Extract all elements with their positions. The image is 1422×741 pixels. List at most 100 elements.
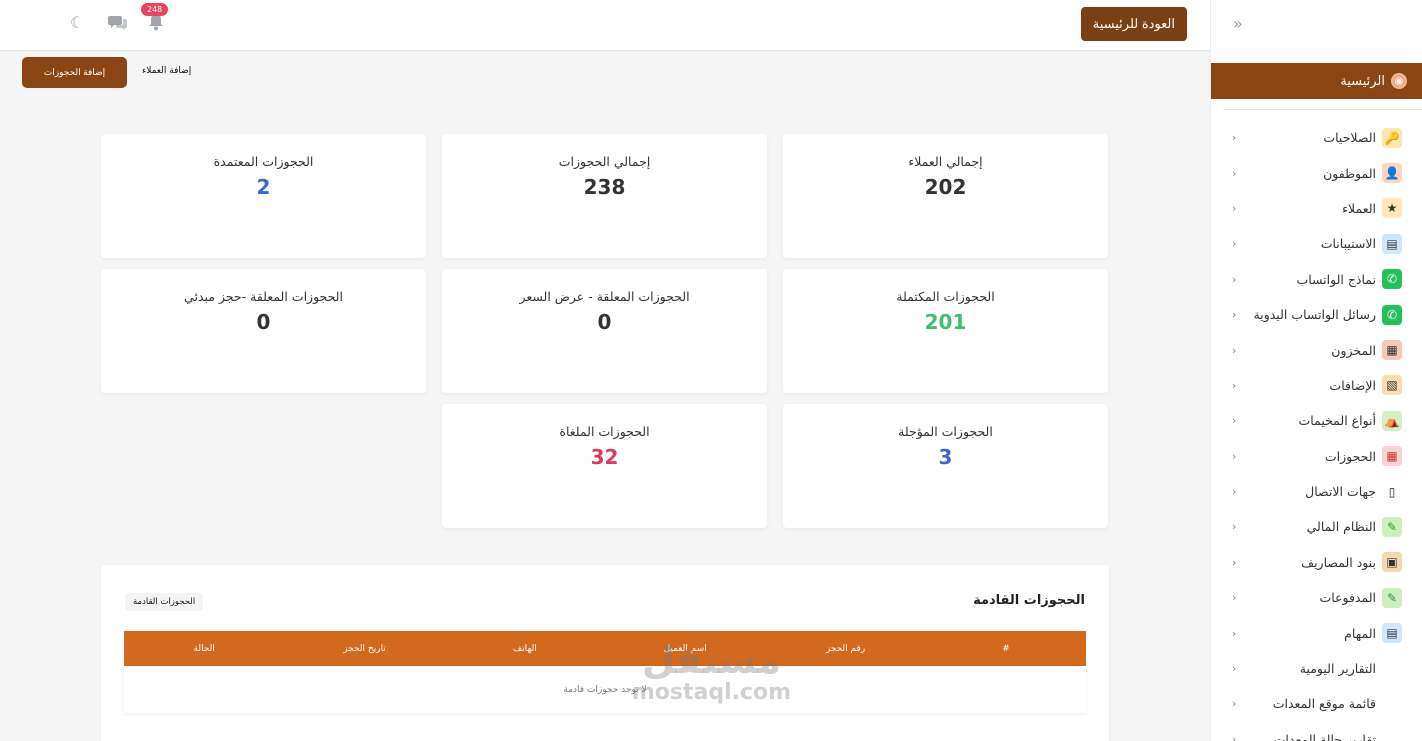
stat-card-cancelled-bookings: الحجوزات الملغاة 32 — [442, 404, 767, 528]
chevron-icon: › — [1232, 485, 1237, 499]
sidebar-item-label: العملاء — [1342, 200, 1376, 216]
column-header[interactable]: الهاتف — [445, 644, 605, 654]
empty-row: لا توجد حجوزات قادمة — [124, 666, 1086, 713]
stat-value: 202 — [924, 175, 967, 199]
chevron-icon: › — [1232, 308, 1237, 322]
blank-icon — [1382, 659, 1402, 679]
column-header[interactable]: الحالة — [124, 644, 284, 654]
stat-card-approved-bookings: الحجوزات المعتمدة 2 — [101, 134, 426, 258]
sidebar-item-bookings[interactable]: › الحجوزات ▦ — [1211, 439, 1422, 474]
chevron-icon: › — [1232, 166, 1237, 180]
empty-message: لا توجد حجوزات قادمة — [563, 684, 647, 695]
blank-icon — [1382, 694, 1402, 714]
chevron-icon: › — [1232, 378, 1237, 392]
chevron-icon: › — [1232, 343, 1237, 357]
sidebar-item-label: قائمة موقع المعدات — [1272, 696, 1376, 712]
sidebar-divider — [1223, 109, 1422, 110]
tasks-icon: ▤ — [1382, 623, 1402, 644]
chevron-icon: › — [1232, 272, 1237, 286]
chevron-icon: › — [1232, 449, 1237, 463]
sidebar-item-permissions[interactable]: › الصلاحيات 🔑 — [1211, 120, 1422, 155]
notification-badge: 248 — [141, 3, 169, 16]
stat-value: 0 — [597, 310, 612, 334]
add-customers-link[interactable]: إضافة العملاء — [142, 66, 191, 76]
topbar: العودة للرئيسية ☾ 248 — [0, 0, 1210, 51]
sidebar: » الرئيسية ◉ › الصلاحيات 🔑 › الموظفون 👤 › الع… — [1210, 0, 1422, 741]
stat-title: الحجوزات المعلقة - عرض السعر — [519, 289, 690, 304]
sidebar-item-label: المدفوعات — [1319, 590, 1376, 606]
upcoming-bookings-section: الحجوزات القادمة الحجوزات القادمة # رقم … — [101, 565, 1109, 741]
phone-icon: ▯ — [1388, 484, 1396, 499]
sidebar-item-label: الموظفون — [1323, 165, 1376, 181]
sidebar-item-whatsapp-manual[interactable]: › رسائل الواتساب اليدوية ✆ — [1211, 297, 1422, 332]
camp-icon: ⛺ — [1382, 410, 1402, 431]
sidebar-item-label: النظام المالي — [1306, 519, 1376, 535]
chevron-icon: › — [1232, 414, 1237, 428]
bell-icon[interactable] — [148, 13, 164, 35]
money-icon: ✎ — [1382, 516, 1402, 537]
stat-title: الحجوزات المؤجلة — [898, 424, 993, 439]
chevron-icon: › — [1232, 201, 1237, 215]
sidebar-item-inventory[interactable]: › المخزون ▦ — [1211, 332, 1422, 367]
sidebar-item-label: الاستيبانات — [1320, 236, 1376, 252]
sidebar-item-finance[interactable]: › النظام المالي ✎ — [1211, 509, 1422, 544]
collapse-sidebar-icon[interactable]: » — [1233, 14, 1243, 33]
stat-value: 0 — [256, 310, 271, 334]
customers-icon: ★ — [1382, 198, 1402, 219]
sidebar-item-employees[interactable]: › الموظفون 👤 — [1211, 155, 1422, 190]
stat-value: 32 — [590, 445, 619, 469]
blank-icon — [1382, 729, 1402, 741]
chat-icon[interactable] — [108, 13, 128, 35]
column-header[interactable]: رقم الحجز — [765, 644, 925, 654]
sidebar-item-label: التقارير اليومية — [1299, 661, 1376, 677]
stat-title: الحجوزات الملغاة — [559, 424, 650, 439]
sidebar-item-equipment-location[interactable]: › قائمة موقع المعدات — [1211, 686, 1422, 721]
stat-card-postponed-bookings: الحجوزات المؤجلة 3 — [783, 404, 1108, 528]
stat-value: 238 — [583, 175, 626, 199]
table-header: # رقم الحجز اسم العميل الهاتف تاريخ الحج… — [124, 631, 1086, 666]
stat-value: 2 — [256, 175, 271, 199]
sidebar-item-customers[interactable]: › العملاء ★ — [1211, 191, 1422, 226]
sidebar-item-whatsapp-templates[interactable]: › نماذج الواتساب ✆ — [1211, 262, 1422, 297]
sidebar-item-label: تقارير حالة المعدات — [1273, 731, 1376, 741]
payments-icon: ✎ — [1382, 587, 1402, 608]
sidebar-item-label: الصلاحيات — [1323, 130, 1376, 146]
sidebar-item-expenses[interactable]: › بنود المصاريف ▣ — [1211, 545, 1422, 580]
upcoming-bookings-table: # رقم الحجز اسم العميل الهاتف تاريخ الحج… — [124, 631, 1086, 713]
sidebar-item-label: المهام — [1344, 625, 1376, 641]
whatsapp-icon: ✆ — [1382, 304, 1402, 325]
chevron-icon: › — [1232, 626, 1237, 640]
sidebar-item-label: رسائل الواتساب اليدوية — [1253, 307, 1376, 323]
calendar-icon: ▦ — [1382, 446, 1402, 467]
sidebar-menu: › الصلاحيات 🔑 › الموظفون 👤 › العملاء ★ › الاستي… — [1211, 120, 1422, 741]
chevron-icon: › — [1232, 591, 1237, 605]
sidebar-item-addons[interactable]: › الإضافات ▧ — [1211, 368, 1422, 403]
sidebar-item-surveys[interactable]: › الاستيبانات ▤ — [1211, 226, 1422, 261]
sidebar-item-home[interactable]: الرئيسية ◉ — [1211, 63, 1422, 99]
inventory-icon: ▦ — [1382, 340, 1402, 361]
sidebar-item-label: الحجوزات — [1324, 448, 1376, 464]
sidebar-item-contacts[interactable]: › جهات الاتصال ▯ — [1211, 474, 1422, 509]
chevron-icon: › — [1232, 662, 1237, 676]
column-header[interactable]: تاريخ الحجز — [284, 644, 444, 654]
chevron-icon: › — [1232, 237, 1237, 251]
sidebar-item-label: بنود المصاريف — [1301, 554, 1376, 570]
employee-icon: 👤 — [1382, 163, 1402, 184]
sidebar-item-daily-reports[interactable]: › التقارير اليومية — [1211, 651, 1422, 686]
sidebar-item-camp-types[interactable]: › أنواع المخيمات ⛺ — [1211, 403, 1422, 438]
sidebar-item-tasks[interactable]: › المهام ▤ — [1211, 615, 1422, 650]
survey-icon: ▤ — [1382, 233, 1402, 254]
column-header[interactable]: اسم العميل — [605, 644, 765, 654]
sidebar-item-equipment-status[interactable]: › تقارير حالة المعدات — [1211, 722, 1422, 741]
moon-icon[interactable]: ☾ — [70, 13, 84, 32]
stat-card-total-customers: إجمالي العملاء 202 — [783, 134, 1108, 258]
add-bookings-button[interactable]: إضافة الحجوزات — [22, 57, 127, 88]
section-tag[interactable]: الحجوزات القادمة — [125, 593, 204, 611]
sidebar-item-label: نماذج الواتساب — [1296, 271, 1376, 287]
sidebar-item-payments[interactable]: › المدفوعات ✎ — [1211, 580, 1422, 615]
back-home-button[interactable]: العودة للرئيسية — [1080, 7, 1187, 41]
chevron-icon: › — [1232, 131, 1237, 145]
column-header[interactable]: # — [926, 644, 1086, 654]
sidebar-item-label: أنواع المخيمات — [1298, 413, 1376, 429]
stat-title: الحجوزات المعتمدة — [213, 154, 314, 169]
